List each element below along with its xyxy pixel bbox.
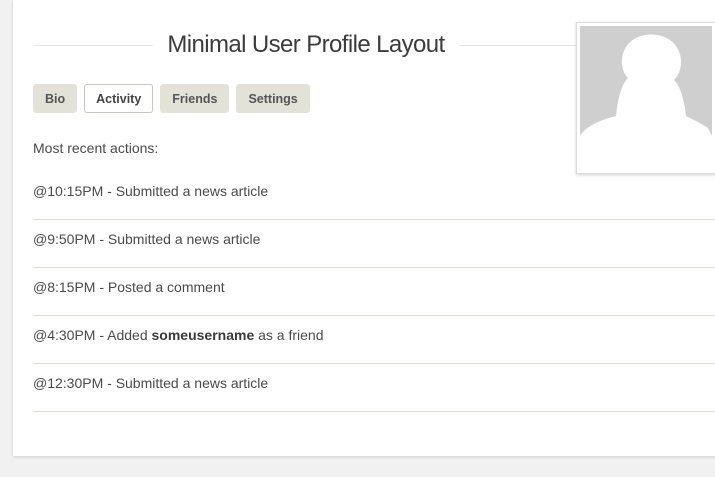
activity-item-suffix: as a friend — [254, 327, 324, 343]
activity-item-text: @10:15PM - Submitted a news article — [33, 183, 269, 199]
title-row: Minimal User Profile Layout — [33, 28, 579, 62]
tab-settings[interactable]: Settings — [236, 84, 310, 113]
tab-bio[interactable]: Bio — [33, 84, 78, 113]
activity-list: @10:15PM - Submitted a news article @9:5… — [33, 172, 715, 412]
friend-username: someusername — [151, 327, 255, 343]
default-user-silhouette-icon — [580, 26, 712, 170]
title-divider-right — [458, 44, 579, 46]
activity-item-text: @8:15PM - Posted a comment — [33, 279, 225, 295]
page-title: Minimal User Profile Layout — [167, 31, 445, 58]
profile-tabs: Bio Activity Friends Settings — [33, 84, 310, 113]
activity-item: @10:15PM - Submitted a news article — [33, 172, 715, 220]
tab-activity[interactable]: Activity — [84, 84, 154, 113]
activity-item-text: @9:50PM - Submitted a news article — [33, 231, 261, 247]
activity-item: @12:30PM - Submitted a news article — [33, 364, 715, 412]
avatar — [576, 22, 715, 174]
activity-item: @4:30PM - Added someusername as a friend — [33, 316, 715, 364]
activity-heading: Most recent actions: — [33, 140, 159, 156]
activity-item-prefix: @4:30PM - Added — [33, 327, 152, 343]
activity-item: @9:50PM - Submitted a news article — [33, 220, 715, 268]
activity-item-text: @12:30PM - Submitted a news article — [33, 375, 269, 391]
tab-friends[interactable]: Friends — [160, 84, 230, 113]
title-divider-left — [33, 44, 154, 46]
activity-item: @8:15PM - Posted a comment — [33, 268, 715, 316]
